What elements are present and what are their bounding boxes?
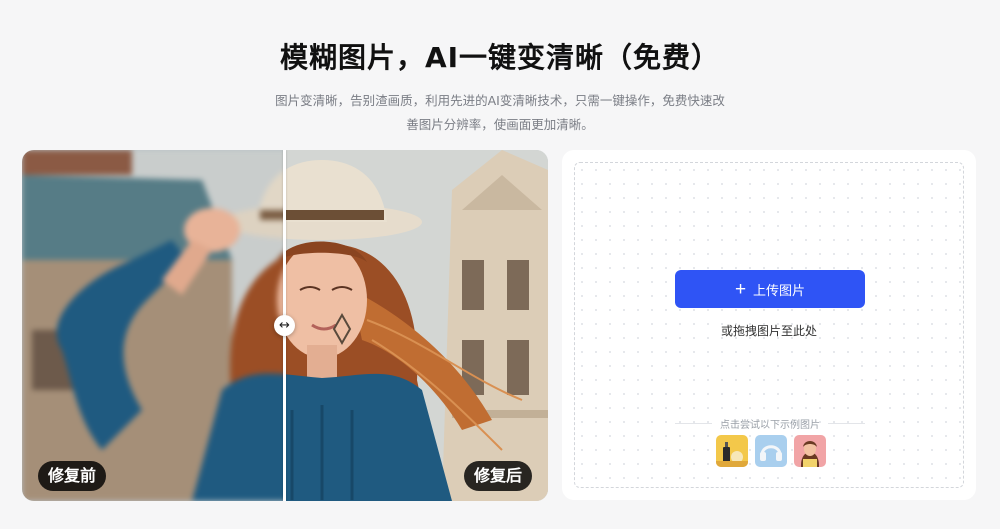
sample-images-label: 点击尝试以下示例图片 (675, 416, 865, 431)
divider-line (675, 423, 712, 424)
upload-image-button[interactable]: + 上传图片 (675, 270, 865, 308)
upload-button-label: 上传图片 (753, 282, 806, 298)
upload-dropzone[interactable]: + 上传图片 或拖拽图片至此处 点击尝试以下示例图片 (574, 162, 964, 488)
sample-thumb-cosmetics[interactable] (716, 435, 748, 467)
portrait-sample-icon (794, 435, 826, 467)
sample-photo-blurred (22, 150, 285, 501)
before-after-comparison[interactable]: ↔ 修复前 修复后 (22, 150, 548, 501)
plus-icon: + (734, 278, 747, 300)
sample-images (716, 435, 826, 467)
drag-drop-hint: 或拖拽图片至此处 (720, 324, 817, 338)
after-image (285, 150, 548, 501)
sample-thumb-headphones[interactable] (755, 435, 787, 467)
page-title: 模糊图片，AI一键变清晰（免费） (279, 41, 721, 74)
after-badge: 修复后 (463, 461, 532, 491)
divider-line (828, 423, 865, 424)
before-badge: 修复前 (38, 461, 107, 491)
sample-images-label-text: 点击尝试以下示例图片 (720, 420, 820, 431)
headphones-sample-icon (755, 435, 787, 467)
page-subtitle: 图片变清晰，告别渣画质，利用先进的AI变清晰技术，只需一键操作，免费快速改善图片… (275, 93, 725, 132)
sample-thumb-portrait[interactable] (794, 435, 826, 467)
sample-photo-sharp (285, 150, 548, 501)
compare-drag-handle[interactable]: ↔ (274, 315, 295, 336)
upload-card: + 上传图片 或拖拽图片至此处 点击尝试以下示例图片 (562, 150, 976, 500)
arrows-horizontal-icon: ↔ (279, 318, 290, 333)
before-image (22, 150, 285, 501)
cosmetics-sample-icon (716, 435, 748, 467)
